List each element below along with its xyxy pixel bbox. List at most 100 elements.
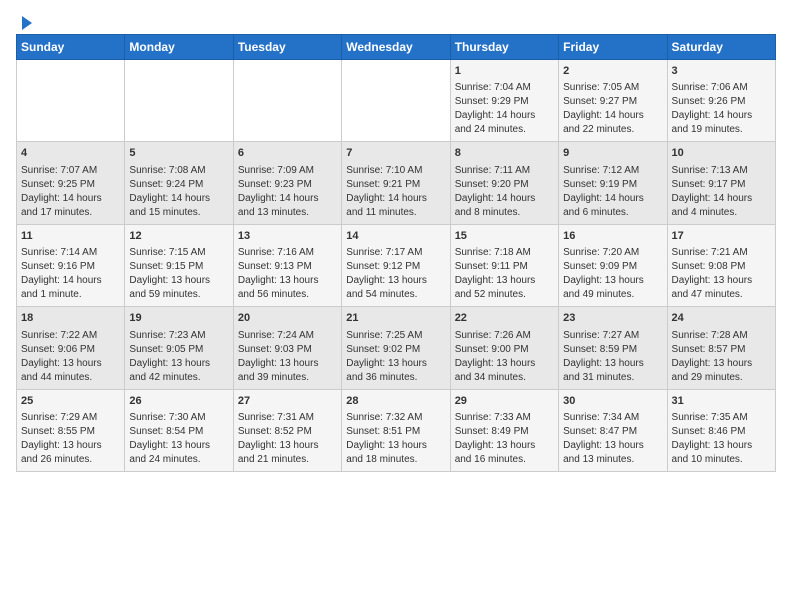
calendar-cell: 4Sunrise: 7:07 AMSunset: 9:25 PMDaylight… xyxy=(17,142,125,224)
day-info: Sunrise: 7:23 AM xyxy=(129,329,228,343)
day-info: Sunrise: 7:17 AM xyxy=(346,246,445,260)
day-info: Sunrise: 7:32 AM xyxy=(346,411,445,425)
weekday-header-wednesday: Wednesday xyxy=(342,35,450,60)
day-info: Sunrise: 7:06 AM xyxy=(672,81,771,95)
weekday-header-friday: Friday xyxy=(559,35,667,60)
day-info: Daylight: 13 hours and 13 minutes. xyxy=(563,439,662,467)
day-info: Daylight: 13 hours and 39 minutes. xyxy=(238,357,337,385)
day-info: Daylight: 14 hours and 19 minutes. xyxy=(672,109,771,137)
day-info: Sunrise: 7:08 AM xyxy=(129,164,228,178)
day-info: Sunset: 9:09 PM xyxy=(563,260,662,274)
day-info: Sunrise: 7:35 AM xyxy=(672,411,771,425)
day-number: 9 xyxy=(563,146,662,161)
day-number: 26 xyxy=(129,394,228,409)
day-number: 28 xyxy=(346,394,445,409)
day-info: Daylight: 13 hours and 29 minutes. xyxy=(672,357,771,385)
logo-triangle-icon xyxy=(22,16,32,30)
calendar-cell: 15Sunrise: 7:18 AMSunset: 9:11 PMDayligh… xyxy=(450,224,558,306)
day-info: Sunset: 8:52 PM xyxy=(238,425,337,439)
day-info: Daylight: 14 hours and 22 minutes. xyxy=(563,109,662,137)
day-number: 21 xyxy=(346,311,445,326)
day-info: Daylight: 13 hours and 18 minutes. xyxy=(346,439,445,467)
weekday-header-sunday: Sunday xyxy=(17,35,125,60)
day-number: 22 xyxy=(455,311,554,326)
logo xyxy=(16,16,32,26)
day-number: 17 xyxy=(672,229,771,244)
day-info: Daylight: 13 hours and 10 minutes. xyxy=(672,439,771,467)
calendar-cell: 16 Sunrise: 7:20 AMSunset: 9:09 PMDayligh… xyxy=(559,224,667,306)
calendar-cell: 5Sunrise: 7:08 AMSunset: 9:24 PMDaylight… xyxy=(125,142,233,224)
day-info: Sunrise: 7:20 AM xyxy=(563,246,662,260)
calendar-week-row: 18Sunrise: 7:22 AMSunset: 9:06 PMDayligh… xyxy=(17,307,776,389)
day-number: 30 xyxy=(563,394,662,409)
day-info: Daylight: 14 hours and 8 minutes. xyxy=(455,192,554,220)
day-number: 8 xyxy=(455,146,554,161)
day-number: 7 xyxy=(346,146,445,161)
day-number: 14 xyxy=(346,229,445,244)
day-info: Sunrise: 7:21 AM xyxy=(672,246,771,260)
day-info: Sunrise: 7:24 AM xyxy=(238,329,337,343)
calendar-cell: 23Sunrise: 7:27 AMSunset: 8:59 PMDayligh… xyxy=(559,307,667,389)
day-info: Sunrise: 7:31 AM xyxy=(238,411,337,425)
day-info: Daylight: 13 hours and 49 minutes. xyxy=(563,274,662,302)
day-info: Sunrise: 7:33 AM xyxy=(455,411,554,425)
day-number: 2 xyxy=(563,64,662,79)
calendar-header: SundayMondayTuesdayWednesdayThursdayFrid… xyxy=(17,35,776,60)
weekday-header-saturday: Saturday xyxy=(667,35,775,60)
day-number: 16 xyxy=(563,229,662,244)
calendar-cell: 13Sunrise: 7:16 AMSunset: 9:13 PMDayligh… xyxy=(233,224,341,306)
day-info: Sunset: 9:24 PM xyxy=(129,178,228,192)
day-info: Daylight: 14 hours and 4 minutes. xyxy=(672,192,771,220)
day-info: Sunrise: 7:09 AM xyxy=(238,164,337,178)
weekday-header-monday: Monday xyxy=(125,35,233,60)
day-info: Sunset: 9:27 PM xyxy=(563,95,662,109)
calendar-cell: 7Sunrise: 7:10 AMSunset: 9:21 PMDaylight… xyxy=(342,142,450,224)
calendar-cell: 31Sunrise: 7:35 AMSunset: 8:46 PMDayligh… xyxy=(667,389,775,471)
day-info: Sunrise: 7:26 AM xyxy=(455,329,554,343)
day-info: Daylight: 13 hours and 21 minutes. xyxy=(238,439,337,467)
day-info: Sunrise: 7:13 AM xyxy=(672,164,771,178)
day-info: Sunset: 9:08 PM xyxy=(672,260,771,274)
day-info: Daylight: 13 hours and 31 minutes. xyxy=(563,357,662,385)
day-info: Daylight: 13 hours and 56 minutes. xyxy=(238,274,337,302)
weekday-header-tuesday: Tuesday xyxy=(233,35,341,60)
day-info: Sunset: 9:03 PM xyxy=(238,343,337,357)
day-info: Sunset: 8:46 PM xyxy=(672,425,771,439)
day-info: Sunset: 8:47 PM xyxy=(563,425,662,439)
calendar-cell: 6Sunrise: 7:09 AMSunset: 9:23 PMDaylight… xyxy=(233,142,341,224)
day-info: Sunset: 9:21 PM xyxy=(346,178,445,192)
day-info: Sunrise: 7:28 AM xyxy=(672,329,771,343)
day-info: Daylight: 14 hours and 11 minutes. xyxy=(346,192,445,220)
day-info: Sunset: 9:26 PM xyxy=(672,95,771,109)
calendar-cell: 10Sunrise: 7:13 AMSunset: 9:17 PMDayligh… xyxy=(667,142,775,224)
day-info: Sunset: 9:17 PM xyxy=(672,178,771,192)
day-info: Daylight: 13 hours and 52 minutes. xyxy=(455,274,554,302)
calendar-week-row: 4Sunrise: 7:07 AMSunset: 9:25 PMDaylight… xyxy=(17,142,776,224)
calendar-cell: 20Sunrise: 7:24 AMSunset: 9:03 PMDayligh… xyxy=(233,307,341,389)
day-number: 25 xyxy=(21,394,120,409)
day-info: Sunset: 9:16 PM xyxy=(21,260,120,274)
day-info: Daylight: 13 hours and 26 minutes. xyxy=(21,439,120,467)
day-info: Sunset: 8:59 PM xyxy=(563,343,662,357)
calendar-cell: 24Sunrise: 7:28 AMSunset: 8:57 PMDayligh… xyxy=(667,307,775,389)
calendar-cell: 26Sunrise: 7:30 AMSunset: 8:54 PMDayligh… xyxy=(125,389,233,471)
day-info: Sunset: 9:25 PM xyxy=(21,178,120,192)
day-number: 5 xyxy=(129,146,228,161)
day-info: Sunrise: 7:07 AM xyxy=(21,164,120,178)
day-info: Sunset: 9:06 PM xyxy=(21,343,120,357)
day-info: Daylight: 13 hours and 16 minutes. xyxy=(455,439,554,467)
calendar-cell: 28Sunrise: 7:32 AMSunset: 8:51 PMDayligh… xyxy=(342,389,450,471)
day-info: Sunrise: 7:14 AM xyxy=(21,246,120,260)
day-info: Sunrise: 7:29 AM xyxy=(21,411,120,425)
day-info: Sunset: 8:57 PM xyxy=(672,343,771,357)
day-number: 11 xyxy=(21,229,120,244)
calendar-cell: 3Sunrise: 7:06 AMSunset: 9:26 PMDaylight… xyxy=(667,60,775,142)
day-info: Sunset: 9:11 PM xyxy=(455,260,554,274)
calendar-table: SundayMondayTuesdayWednesdayThursdayFrid… xyxy=(16,34,776,472)
day-info: Daylight: 13 hours and 59 minutes. xyxy=(129,274,228,302)
day-info: Sunset: 9:05 PM xyxy=(129,343,228,357)
day-info: Sunrise: 7:04 AM xyxy=(455,81,554,95)
calendar-cell xyxy=(233,60,341,142)
day-number: 27 xyxy=(238,394,337,409)
day-number: 15 xyxy=(455,229,554,244)
